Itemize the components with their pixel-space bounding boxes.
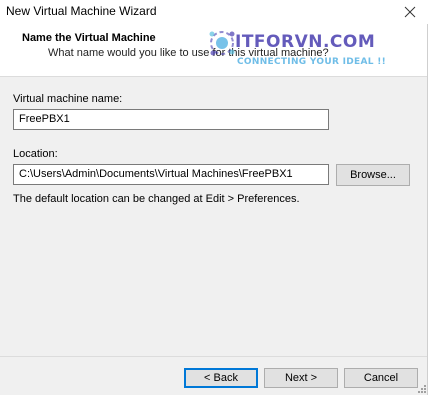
resize-grip-icon[interactable]: [416, 383, 426, 393]
cancel-button[interactable]: Cancel: [344, 368, 418, 388]
watermark-tagline: CONNECTING YOUR IDEAL !!: [237, 57, 387, 67]
vm-name-input[interactable]: FreePBX1: [13, 109, 329, 130]
footer-divider: [0, 356, 428, 357]
close-button[interactable]: [400, 2, 420, 22]
location-input[interactable]: C:\Users\Admin\Documents\Virtual Machine…: [13, 164, 329, 185]
watermark-brand: ITFORVN.COM: [235, 32, 376, 52]
page-title: Name the Virtual Machine: [22, 32, 156, 44]
browse-button[interactable]: Browse...: [336, 164, 410, 186]
itforvn-logo-icon: [209, 31, 235, 56]
back-button[interactable]: < Back: [184, 368, 258, 388]
watermark: ITFORVN.COM CONNECTING YOUR IDEAL !!: [207, 24, 412, 76]
location-label: Location:: [13, 148, 58, 160]
vm-name-label: Virtual machine name:: [13, 93, 123, 105]
wizard-window: New Virtual Machine Wizard Name the Virt…: [0, 0, 428, 395]
next-button[interactable]: Next >: [264, 368, 338, 388]
title-bar: New Virtual Machine Wizard: [0, 0, 428, 24]
window-title: New Virtual Machine Wizard: [6, 4, 157, 18]
close-icon: [404, 6, 416, 18]
location-hint: The default location can be changed at E…: [13, 193, 300, 205]
